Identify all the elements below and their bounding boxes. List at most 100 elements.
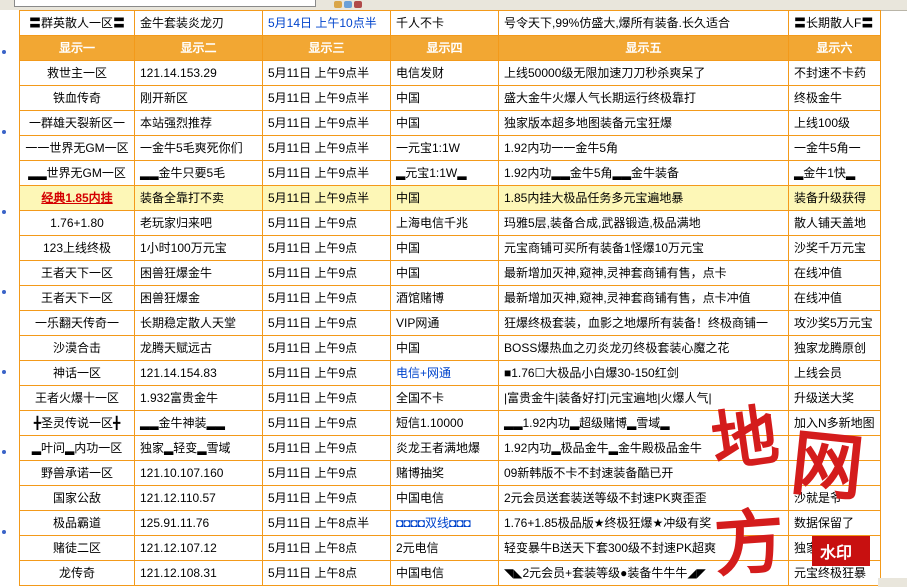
open-time: 5月11日 上午9点半	[262, 185, 391, 211]
server-name[interactable]: 沙漠合击	[19, 335, 135, 361]
server-ip: 121.14.153.29	[134, 60, 263, 86]
server-line: 2元电信	[390, 535, 499, 561]
server-line: ▂元宝1:1W▂	[390, 160, 499, 186]
server-name[interactable]: 王者天下一区	[19, 260, 135, 286]
server-remark: 独家元宝	[788, 535, 881, 561]
table-row: ▂叶问▂内功一区 独家▂轻变▂雪域 5月11日 上午9点 炎龙王者满地爆 1.92内功▂…	[19, 435, 881, 461]
open-time: 5月11日 上午8点	[262, 535, 391, 561]
server-line: ◘◘◘◘双线◘◘◘	[390, 510, 499, 536]
server-remark: 上线会员	[788, 360, 881, 386]
server-intro[interactable]: ▂▂1.92内功▂超级赌博▂雪域▂	[498, 410, 789, 436]
server-intro[interactable]: |富贵金牛|装备好打|元宝遍地|火爆人气|	[498, 385, 789, 411]
server-intro[interactable]: 号令天下,99%仿盛大,爆所有装备.长久适合	[498, 10, 789, 36]
server-name[interactable]: 铁血传奇	[19, 85, 135, 111]
server-name[interactable]: 经典1.85内挂	[19, 185, 135, 211]
address-bar[interactable]	[14, 0, 316, 7]
server-remark: 〓长期散人F〓	[788, 10, 881, 36]
server-ip: 独家▂轻变▂雪域	[134, 435, 263, 461]
table-row: 经典1.85内挂 装备全靠打不卖 5月11日 上午9点半 中国 1.85内挂大极品任务多…	[19, 185, 881, 211]
server-ip: 本站强烈推荐	[134, 110, 263, 136]
table-row: 国家公敌 121.12.110.57 5月11日 上午9点 中国电信 2元会员送套装送等…	[19, 485, 881, 511]
open-time: 5月14日 上午10点半	[262, 10, 391, 36]
server-line: 炎龙王者满地爆	[390, 435, 499, 461]
server-ip: 困兽狂爆金牛	[134, 260, 263, 286]
server-remark: 上线100级	[788, 110, 881, 136]
open-time: 5月11日 上午9点	[262, 385, 391, 411]
server-intro[interactable]: ■1.76☐大极品小白爆30-150红剑	[498, 360, 789, 386]
refresh-icon[interactable]	[344, 1, 352, 8]
server-ip: ▂▂金牛神装▂▂	[134, 410, 263, 436]
server-remark	[788, 435, 881, 461]
server-name[interactable]: 王者天下一区	[19, 285, 135, 311]
server-intro[interactable]: 上线50000级无限加速刀刀秒杀爽呆了	[498, 60, 789, 86]
header-row: 显示一 显示二 显示三 显示四 显示五 显示六	[19, 35, 881, 61]
server-intro[interactable]: 1.92内功▂▂金牛5角▂▂金牛装备	[498, 160, 789, 186]
table-row: 沙漠合击 龙腾天赋远古 5月11日 上午9点 中国 BOSS爆热血之刃炎龙刃终极套装心魔…	[19, 335, 881, 361]
server-remark	[788, 460, 881, 486]
server-name[interactable]: 神话一区	[19, 360, 135, 386]
server-ip: ▂▂金牛只要5毛	[134, 160, 263, 186]
open-time: 5月11日 上午9点	[262, 285, 391, 311]
column-header: 显示四	[390, 35, 499, 61]
home-icon[interactable]	[334, 1, 342, 8]
server-remark: 升级送大奖	[788, 385, 881, 411]
server-remark: 元宝终极狂暴	[788, 560, 881, 586]
server-name[interactable]: 一群雄天裂新区一	[19, 110, 135, 136]
server-ip: 刚开新区	[134, 85, 263, 111]
server-name[interactable]: 王者火爆十一区	[19, 385, 135, 411]
server-name[interactable]: ╋圣灵传说一区╋	[19, 410, 135, 436]
server-line: 中国	[390, 260, 499, 286]
server-intro[interactable]: 1.92内功一一金牛5角	[498, 135, 789, 161]
server-intro[interactable]: BOSS爆热血之刃炎龙刃终极套装心魔之花	[498, 335, 789, 361]
server-intro[interactable]: 09新韩版不卡不封速装备酷已开	[498, 460, 789, 486]
server-intro[interactable]: 元宝商铺可买所有装备1怪爆10万元宝	[498, 235, 789, 261]
table-row: 一群雄天裂新区一 本站强烈推荐 5月11日 上午9点半 中国 独家版本超多地图装备元宝狂…	[19, 110, 881, 136]
server-name[interactable]: 〓群英散人一区〓	[19, 10, 135, 36]
server-intro[interactable]: ◥◣2元会员+套装等级●装备牛牛牛◢◤	[498, 560, 789, 586]
server-name[interactable]: ▂叶问▂内功一区	[19, 435, 135, 461]
server-name[interactable]: 极品霸道	[19, 510, 135, 536]
table-row: 王者天下一区 困兽狂爆金 5月11日 上午9点 酒馆赌博 最新增加灭神,窥神,灵神套商铺…	[19, 285, 881, 311]
server-ip: 一金牛5毛爽死你们	[134, 135, 263, 161]
server-intro[interactable]: 狂爆终极套装，血影之地爆所有装备！终极商铺一	[498, 310, 789, 336]
server-intro[interactable]: 1.76+1.85极品版★终极狂爆★冲级有奖	[498, 510, 789, 536]
server-remark: 加入N多新地图	[788, 410, 881, 436]
server-intro[interactable]: 1.92内功▂极品金牛▂金牛殿极品金牛	[498, 435, 789, 461]
server-name[interactable]: 野兽承诺一区	[19, 460, 135, 486]
open-time: 5月11日 上午8点半	[262, 510, 391, 536]
server-name[interactable]: 一一世界无GM一区	[19, 135, 135, 161]
server-intro[interactable]: 轻变暴牛B送天下套300级不封速PK超爽	[498, 535, 789, 561]
server-line: 中国	[390, 335, 499, 361]
server-intro[interactable]: 盛大金牛火爆人气长期运行终极靠打	[498, 85, 789, 111]
server-ip: 1小时100万元宝	[134, 235, 263, 261]
server-intro[interactable]: 独家版本超多地图装备元宝狂爆	[498, 110, 789, 136]
server-name[interactable]: 1.76+1.80	[19, 210, 135, 236]
server-name[interactable]: 123上线终极	[19, 235, 135, 261]
open-time: 5月11日 上午9点	[262, 335, 391, 361]
table-row: ▂▂世界无GM一区 ▂▂金牛只要5毛 5月11日 上午9点半 ▂元宝1:1W▂ 1.92…	[19, 160, 881, 186]
server-remark: ▂金牛1快▂	[788, 160, 881, 186]
server-line: 中国	[390, 85, 499, 111]
bullet-icon	[2, 290, 6, 294]
table-row: 1.76+1.80 老玩家归来吧 5月11日 上午9点 上海电信千兆 玛雅5层,装备合成…	[19, 210, 881, 236]
server-line: 赌博抽奖	[390, 460, 499, 486]
server-intro[interactable]: 1.85内挂大极品任务多元宝遍地暴	[498, 185, 789, 211]
server-name[interactable]: 一乐翻天传奇一	[19, 310, 135, 336]
server-ip: 金牛套装炎龙刃	[134, 10, 263, 36]
server-ip: 长期稳定散人天堂	[134, 310, 263, 336]
server-intro[interactable]: 玛雅5层,装备合成,武器锻造,极品满地	[498, 210, 789, 236]
stop-icon[interactable]	[354, 1, 362, 8]
server-ip: 1.932富贵金牛	[134, 385, 263, 411]
server-name[interactable]: 国家公敌	[19, 485, 135, 511]
server-name[interactable]: 龙传奇	[19, 560, 135, 586]
table-row: 一乐翻天传奇一 长期稳定散人天堂 5月11日 上午9点 VIP网通 狂爆终极套装，血影之…	[19, 310, 881, 336]
table-row: 龙传奇 121.12.108.31 5月11日 上午8点 中国电信 ◥◣2元会员+套装等…	[19, 560, 881, 586]
server-intro[interactable]: 2元会员送套装送等级不封速PK爽歪歪	[498, 485, 789, 511]
server-name[interactable]: 赌徒二区	[19, 535, 135, 561]
server-name[interactable]: ▂▂世界无GM一区	[19, 160, 135, 186]
open-time: 5月11日 上午9点	[262, 260, 391, 286]
server-intro[interactable]: 最新增加灭神,窥神,灵神套商铺有售，点卡	[498, 260, 789, 286]
server-remark: 独家龙腾原创	[788, 335, 881, 361]
server-intro[interactable]: 最新增加灭神,窥神,灵神套商铺有售，点卡冲值	[498, 285, 789, 311]
server-name[interactable]: 救世主一区	[19, 60, 135, 86]
